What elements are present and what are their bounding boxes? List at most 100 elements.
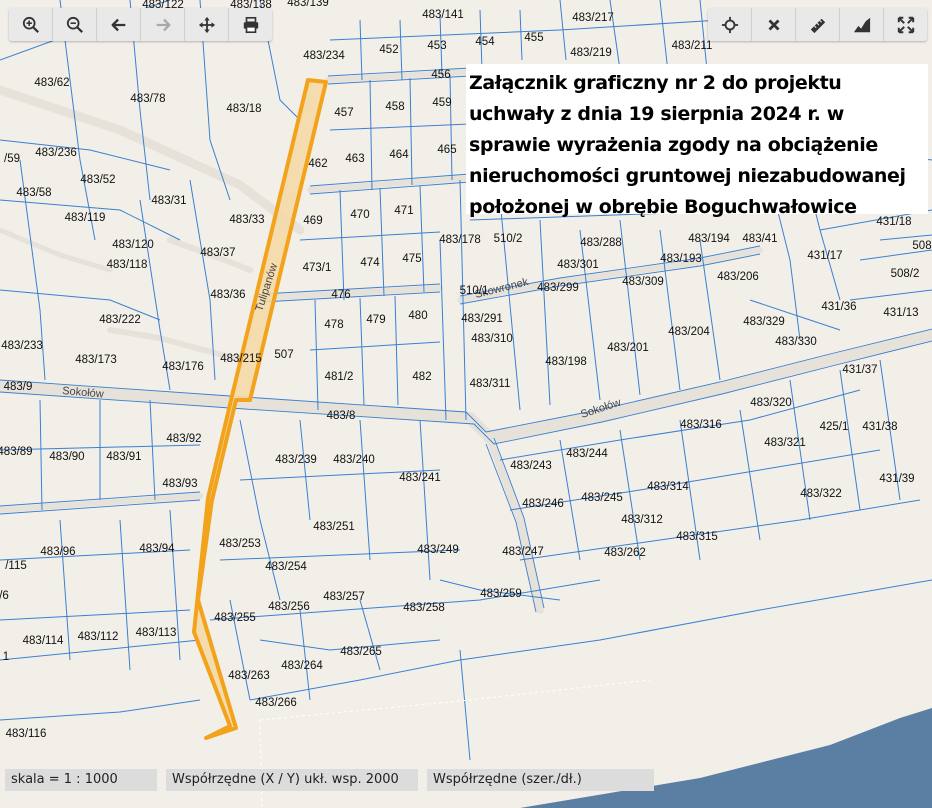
locate-crosshair-icon (721, 16, 738, 33)
parcel-label: 431/17 (807, 250, 842, 262)
annotation-text: Załącznik graficzny nr 2 do projektu uch… (469, 72, 906, 218)
parcel-label: 483/256 (268, 601, 310, 613)
parcel-label: 483/314 (647, 481, 689, 493)
parcel-label: 431/36 (821, 301, 856, 313)
parcel-label: 483/265 (340, 646, 382, 658)
parcel-label: 483/112 (78, 631, 119, 643)
parcel-label: 479 (366, 314, 385, 326)
parcel-label: 483/193 (660, 253, 702, 265)
print-button[interactable] (229, 8, 272, 41)
parcel-label: 483/94 (139, 543, 175, 555)
parcel-label: 483/211 (672, 40, 713, 52)
parcel-label: 483/31 (151, 195, 186, 207)
parcel-label: 510/1 (460, 285, 489, 297)
pan-button[interactable] (185, 8, 229, 41)
parcel-label: 483/251 (313, 521, 355, 533)
zoom-out-icon (66, 16, 83, 33)
parcel-label: 483/89 (0, 446, 33, 458)
parcel-label: 483/37 (200, 247, 235, 259)
parcel-label: 482 (412, 371, 431, 383)
parcel-label: 483/264 (281, 660, 323, 672)
parcel-label: 458 (385, 101, 404, 113)
parcel-label: 463 (345, 153, 364, 165)
parcel-label: 474 (360, 257, 380, 269)
parcel-label: 483/236 (35, 147, 77, 159)
parcel-label: 457 (334, 107, 353, 119)
parcel-label: 483/258 (403, 602, 445, 614)
parcel-label: 483/257 (323, 591, 365, 603)
parcel-label: 483/245 (581, 492, 623, 504)
parcel-label: 483/113 (136, 627, 177, 639)
locate-button[interactable] (708, 8, 752, 41)
parcel-label: 483/320 (750, 397, 792, 409)
parcel-label: 483/312 (621, 514, 663, 526)
parcel-label: 480 (408, 310, 427, 322)
parcel-label: 454 (475, 36, 495, 48)
parcel-label: 483/222 (99, 314, 141, 326)
parcel-label: 483/329 (743, 316, 785, 328)
parcel-label: 483/243 (510, 460, 552, 472)
parcel-label: 508 (912, 240, 931, 252)
parcel-label: 470 (350, 209, 369, 221)
parcel-label: 483/240 (333, 454, 375, 466)
parcel-label: 483/206 (717, 271, 759, 283)
coords-geo-readout: Współrzędne (szer./dł.) (427, 769, 654, 791)
print-icon (243, 16, 258, 33)
parcel-label: 483/215 (220, 353, 262, 365)
parcel-label: /59 (4, 153, 20, 165)
arrow-forward-icon (156, 18, 170, 31)
map-toolbar-left (9, 8, 272, 41)
parcel-label: 483/255 (214, 612, 256, 624)
parcel-label: 483/246 (522, 498, 564, 510)
measure-ruler-icon (810, 18, 825, 33)
fullscreen-icon (897, 16, 914, 33)
parcel-label: 483/262 (604, 547, 646, 559)
measure-button[interactable] (796, 8, 840, 41)
parcel-label: 483/52 (80, 174, 115, 186)
parcel-label: 483/78 (130, 93, 165, 105)
parcel-label: 483/322 (800, 488, 842, 500)
parcel-label: 475 (402, 253, 421, 265)
forward-button[interactable] (141, 8, 185, 41)
parcel-label: 483/90 (49, 451, 84, 463)
parcel-label: 483/120 (112, 239, 154, 251)
clear-button[interactable] (752, 8, 796, 41)
map-toolbar-right (708, 8, 927, 41)
parcel-label: 471 (394, 205, 413, 217)
fullscreen-button[interactable] (884, 8, 927, 41)
parcel-label: 431/13 (883, 307, 918, 319)
parcel-label: 469 (303, 215, 322, 227)
parcel-label: 481/2 (325, 371, 354, 383)
parcel-label: 483/321 (764, 437, 806, 449)
parcel-label: 483/36 (210, 289, 245, 301)
parcel-label: 483/204 (668, 326, 710, 338)
zoom-in-button[interactable] (9, 8, 53, 41)
parcel-label: 483/315 (676, 531, 718, 543)
parcel-label: 464 (389, 149, 409, 161)
parcel-label: 483/311 (470, 378, 511, 390)
parcel-label: 483/58 (16, 187, 51, 199)
parcel-label: 483/8 (327, 410, 356, 422)
scale-readout: skala = 1 : 1000 (5, 769, 157, 791)
parcel-label: 483/234 (303, 50, 345, 62)
back-button[interactable] (97, 8, 141, 41)
zoom-out-button[interactable] (53, 8, 97, 41)
parcel-label: 483/241 (399, 472, 441, 484)
pan-move-icon (198, 16, 215, 33)
parcel-label: 431/37 (842, 364, 877, 376)
parcel-label: 483/219 (570, 47, 612, 59)
parcel-label: 1 (3, 651, 9, 663)
parcel-label: 483/301 (557, 259, 599, 271)
parcel-label: 483/139 (287, 0, 329, 9)
profile-button[interactable] (840, 8, 884, 41)
parcel-label: 483/309 (622, 276, 664, 288)
zoom-in-icon (22, 16, 39, 33)
parcel-label: 483/119 (65, 212, 106, 224)
parcel-label: 483/299 (537, 282, 579, 294)
parcel-label: 483/259 (480, 588, 522, 600)
parcel-label: 465 (437, 144, 456, 156)
parcel-label: 483/173 (75, 354, 117, 366)
parcel-label: 431/18 (876, 216, 911, 228)
parcel-label: 483/91 (106, 451, 141, 463)
parcel-label: 476 (331, 289, 350, 301)
